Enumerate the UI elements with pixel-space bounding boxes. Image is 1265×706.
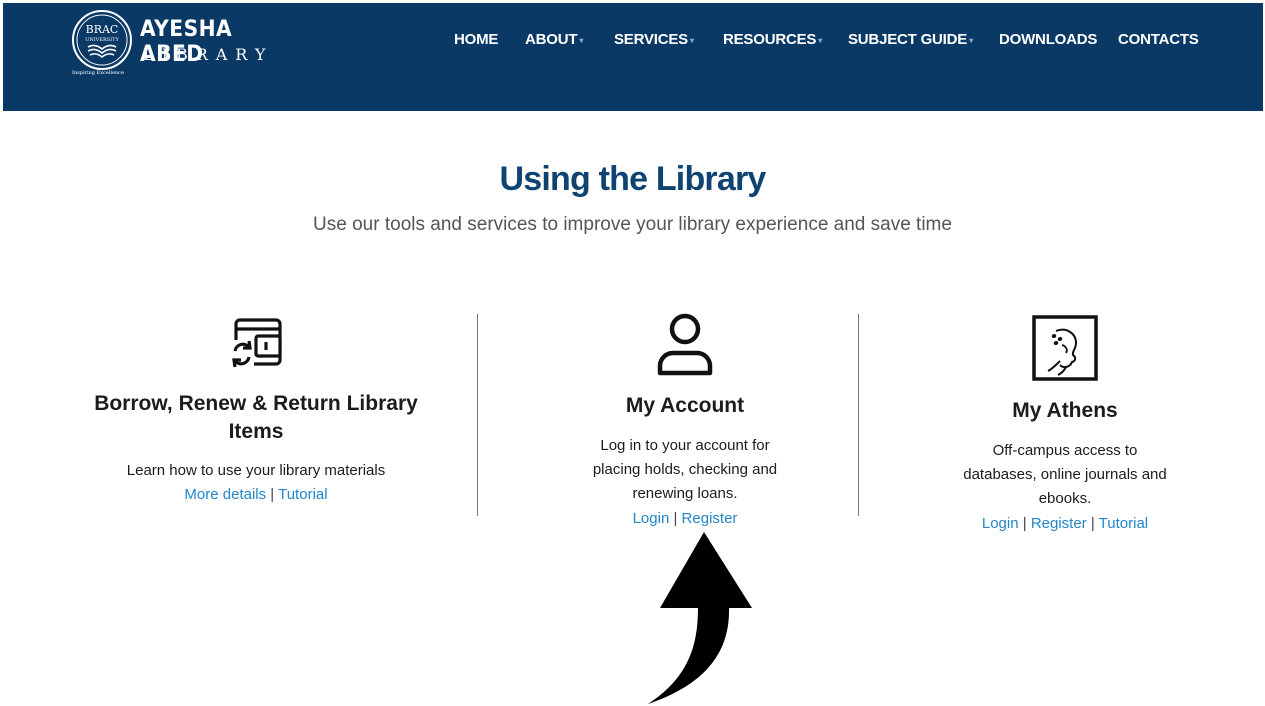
link-separator: | — [270, 486, 275, 503]
nav-label: RESOURCES — [723, 31, 817, 48]
nav-downloads[interactable]: DOWNLOADS — [999, 31, 1097, 48]
link-separator: | — [1090, 515, 1095, 532]
page-title: Using the Library — [499, 160, 766, 198]
card-description: Learn how to use your library materials — [126, 462, 386, 479]
borrow-renew-icon — [230, 318, 282, 368]
more-details-link[interactable]: More details — [184, 486, 266, 503]
library-logo[interactable]: BRAC UNIVERSITY AYESHA ABED LIBRARY Insp… — [71, 7, 271, 79]
logo-tagline: Inspiring Excellence — [72, 70, 124, 76]
university-seal-icon: BRAC UNIVERSITY — [72, 10, 132, 70]
nav-resources[interactable]: RESOURCES ▾ — [723, 31, 822, 48]
link-separator: | — [1022, 515, 1027, 532]
user-account-icon — [657, 313, 713, 376]
nav-about[interactable]: ABOUT ▾ — [525, 31, 583, 48]
card-description: Log in to your account for placing holds… — [592, 437, 778, 502]
svg-text:BRAC: BRAC — [86, 23, 119, 36]
nav-label: CONTACTS — [1118, 31, 1199, 48]
site-header: BRAC UNIVERSITY AYESHA ABED LIBRARY Insp… — [3, 3, 1263, 111]
nav-label: HOME — [454, 31, 499, 48]
chevron-down-icon: ▾ — [690, 35, 694, 45]
card-links: Login | Register | Tutorial — [940, 512, 1190, 536]
nav-label: SUBJECT GUIDE — [848, 31, 968, 48]
column-divider — [477, 314, 478, 516]
athens-logo-icon — [1032, 315, 1098, 381]
card-title: Borrow, Renew & Return Library Items — [94, 392, 418, 443]
chevron-down-icon: ▾ — [818, 35, 823, 45]
nav-label: ABOUT — [525, 31, 578, 48]
card-links: More details | Tutorial — [80, 483, 432, 507]
chevron-down-icon: ▾ — [579, 35, 584, 45]
card-description: Off-campus access to databases, online j… — [963, 442, 1167, 507]
chevron-down-icon: ▾ — [969, 35, 973, 45]
nav-services[interactable]: SERVICES ▾ — [614, 31, 694, 48]
nav-contacts[interactable]: CONTACTS — [1118, 31, 1199, 48]
page-subtitle: Use our tools and services to improve yo… — [313, 214, 952, 235]
login-link[interactable]: Login — [982, 515, 1019, 532]
nav-home[interactable]: HOME — [454, 31, 498, 48]
tutorial-link[interactable]: Tutorial — [1099, 515, 1148, 532]
column-divider — [858, 314, 859, 516]
pointer-arrow-icon — [648, 532, 752, 704]
card-title: My Account — [625, 394, 745, 417]
register-link[interactable]: Register — [682, 510, 738, 527]
nav-label: SERVICES — [614, 31, 688, 48]
svg-text:UNIVERSITY: UNIVERSITY — [85, 37, 119, 43]
login-link[interactable]: Login — [633, 510, 670, 527]
card-title: My Athens — [1012, 399, 1118, 422]
nav-label: DOWNLOADS — [999, 31, 1098, 48]
register-link[interactable]: Register — [1031, 515, 1087, 532]
nav-subject-guide[interactable]: SUBJECT GUIDE ▾ — [848, 31, 973, 48]
logo-subtitle: LIBRARY — [143, 45, 274, 64]
tutorial-link[interactable]: Tutorial — [278, 486, 327, 503]
link-separator: | — [673, 510, 678, 527]
